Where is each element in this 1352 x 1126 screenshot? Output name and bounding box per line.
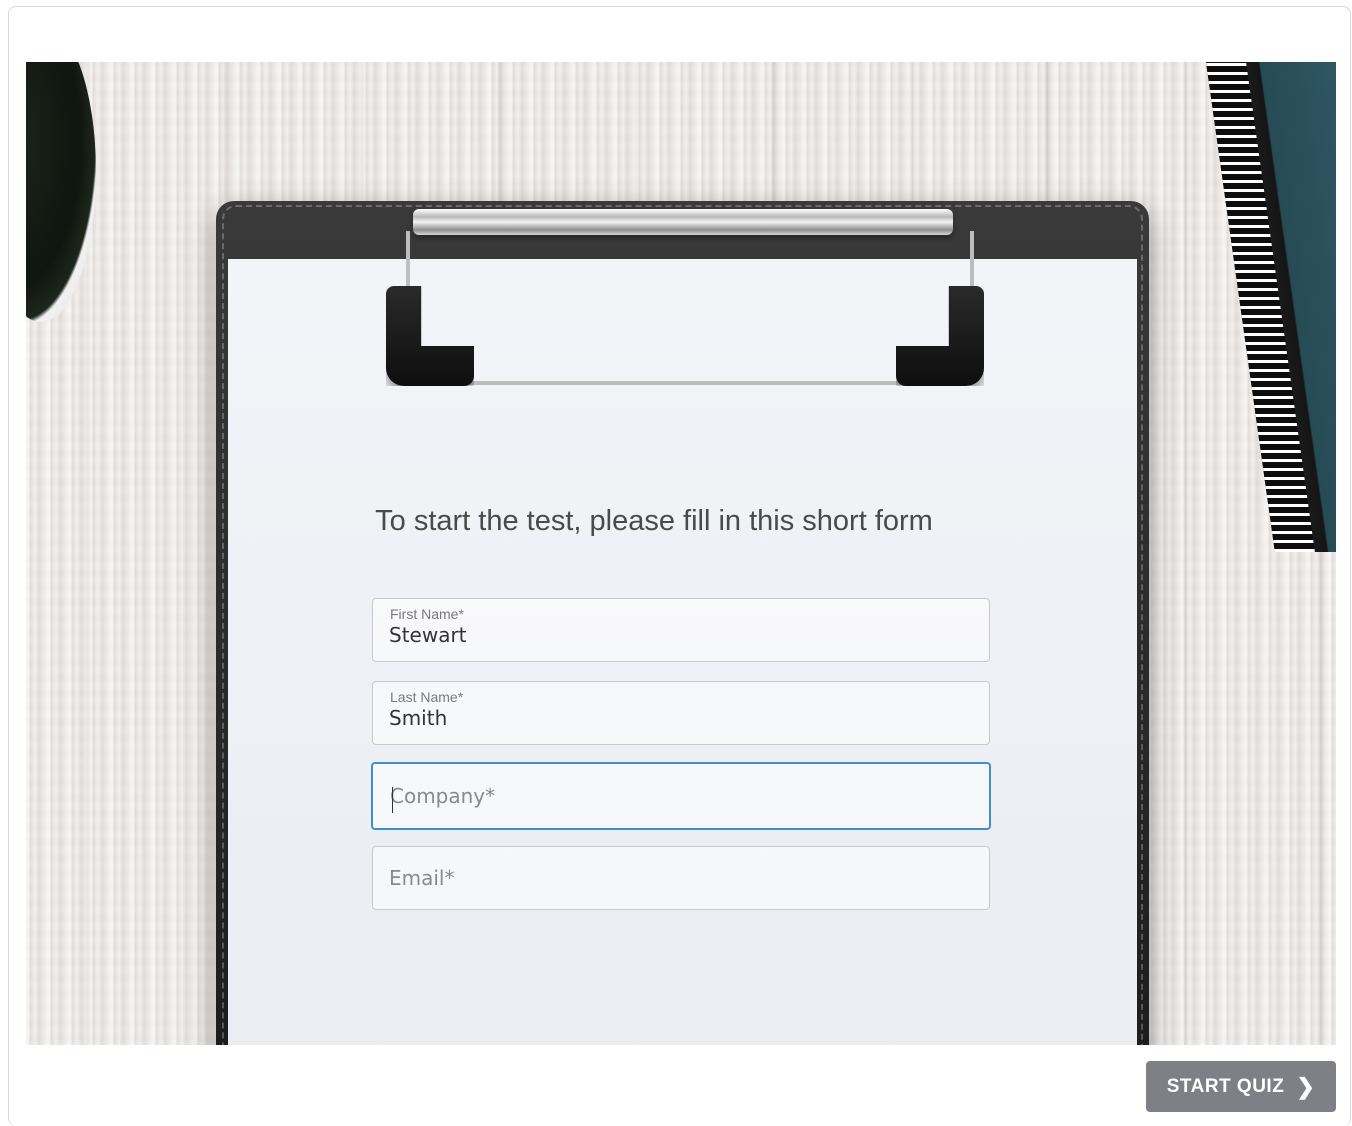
clip-wire <box>406 231 974 385</box>
plant-pot-decoration <box>26 62 96 322</box>
last-name-label: Last Name* <box>390 689 464 705</box>
email-input[interactable] <box>389 866 969 890</box>
first-name-input[interactable] <box>389 623 969 647</box>
company-field[interactable] <box>371 762 991 830</box>
last-name-input[interactable] <box>389 706 969 730</box>
notebook-spiral <box>1206 62 1315 552</box>
text-caret <box>392 787 393 813</box>
form-title: To start the test, please fill in this s… <box>375 505 933 537</box>
first-name-field[interactable]: First Name* <box>372 598 990 662</box>
start-quiz-button[interactable]: START QUIZ ❯ <box>1146 1061 1336 1112</box>
spiral-notebook-decoration <box>1206 62 1336 552</box>
start-quiz-label: START QUIZ <box>1166 1075 1285 1097</box>
email-field[interactable] <box>372 846 990 910</box>
company-input[interactable] <box>390 784 970 808</box>
clip-bar <box>413 209 953 235</box>
last-name-field[interactable]: Last Name* <box>372 681 990 745</box>
first-name-label: First Name* <box>390 606 464 622</box>
chevron-right-icon: ❯ <box>1296 1073 1316 1099</box>
